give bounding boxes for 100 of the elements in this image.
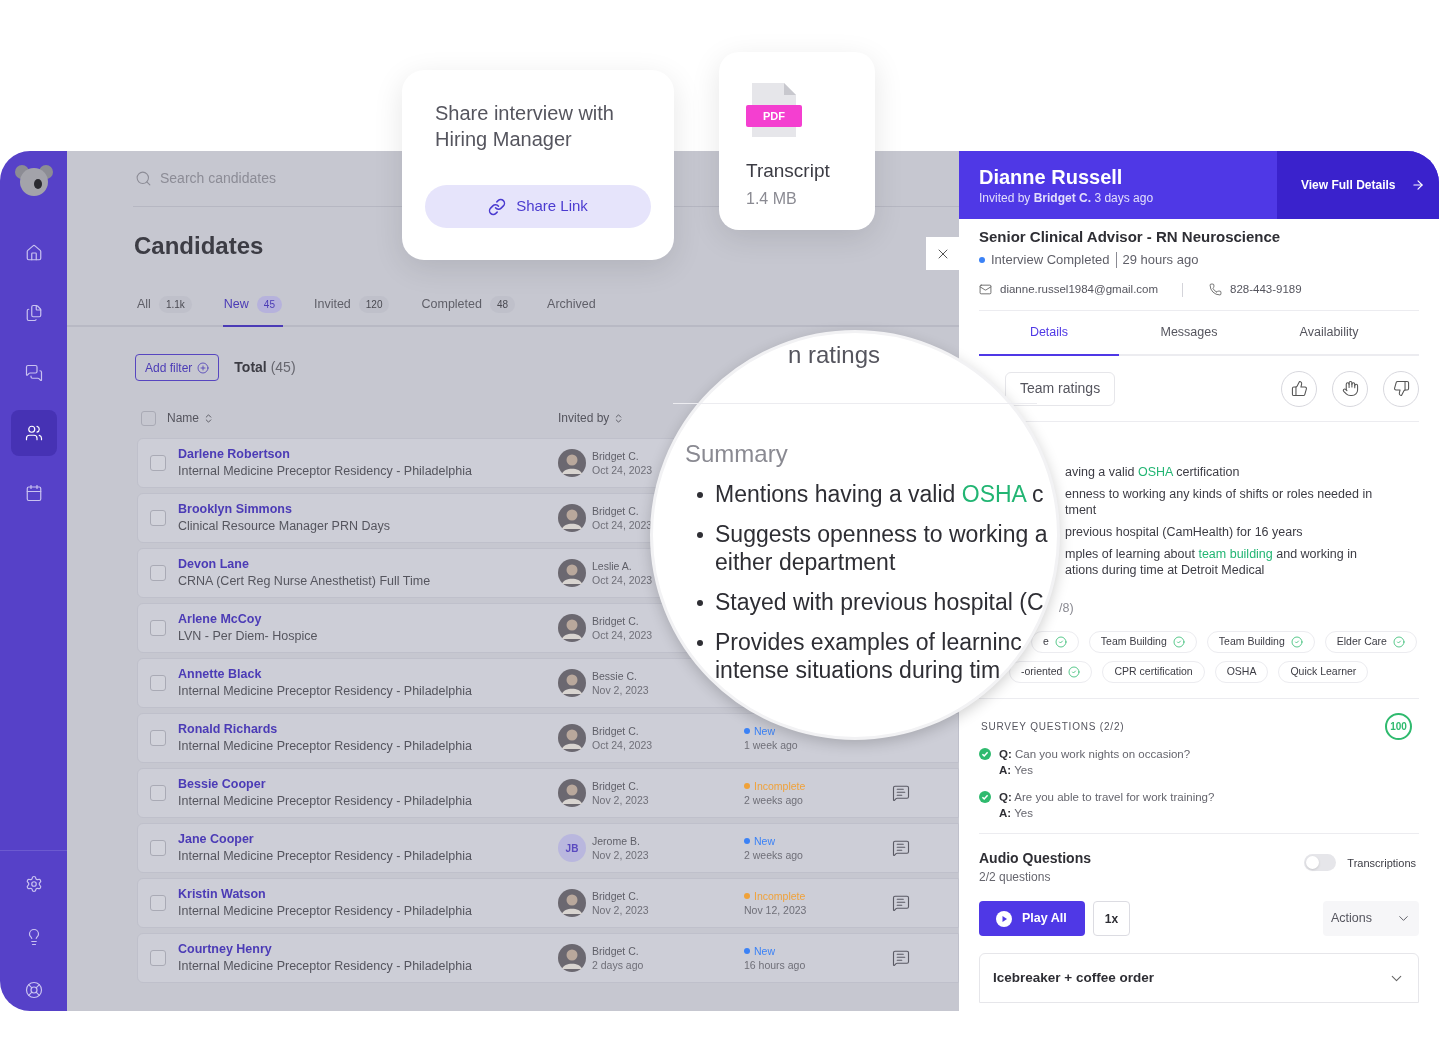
row-checkbox[interactable] (150, 730, 166, 746)
message-icon[interactable] (892, 784, 910, 802)
candidate-name[interactable]: Ronald Richards (178, 721, 558, 738)
add-filter-button[interactable]: Add filter (135, 354, 220, 381)
status-time: 16 hours ago (744, 958, 807, 972)
job-title: Internal Medicine Preceptor Residency - Philadelphia (178, 683, 473, 700)
candidate-name[interactable]: Courtney Henry (178, 941, 558, 958)
tab[interactable]: Messages (1119, 311, 1259, 357)
row-checkbox[interactable] (150, 785, 166, 801)
invite-date: Oct 24, 2023 (592, 518, 653, 532)
hand-icon (1341, 380, 1359, 398)
audio-question-title: Icebreaker + coffee order (993, 969, 1154, 988)
total-label: Total (45) (234, 358, 296, 377)
avatar (558, 889, 586, 917)
status-label: Incomplete (754, 889, 806, 903)
select-all-checkbox[interactable] (141, 410, 156, 426)
search-field[interactable]: Search candidates (160, 168, 340, 189)
candidate-name[interactable]: Bessie Cooper (178, 776, 558, 793)
summary-text: tment (1065, 502, 1098, 519)
candidate-name[interactable]: Jane Cooper (178, 831, 558, 848)
status-label: Interview Completed (991, 251, 1110, 270)
tab[interactable]: All 1.1k (136, 284, 193, 327)
table-row[interactable]: Ronald Richards Internal Medicine Preceptor Residency - Philadelphia Bridget C. Oct 24, 2023 New 1 week ago (137, 713, 959, 763)
avatar (558, 779, 586, 807)
sidebar-item[interactable] (10, 410, 57, 456)
invited-by: Invited by Bridget C. 3 days ago (979, 190, 1155, 206)
view-details-button[interactable]: View Full Details (1277, 151, 1439, 219)
invite-date: 2 days ago (592, 958, 644, 972)
tab-count: 120 (358, 296, 390, 313)
candidate-name[interactable]: Arlene McCoy (178, 611, 558, 628)
avatar (558, 614, 586, 642)
question-count: 2/2 questions (979, 869, 1052, 887)
home-icon (24, 244, 43, 262)
tab[interactable]: Invited 120 (312, 284, 391, 327)
bullet-icon (697, 640, 703, 646)
status-time: Nov 12, 2023 (744, 903, 808, 917)
audio-question-card[interactable]: Icebreaker + coffee order (979, 953, 1419, 1004)
ratings-chip-text: n ratings (788, 341, 881, 369)
file-size: 1.4 MB (746, 189, 798, 209)
phone-number: 828-443-9189 (1230, 282, 1302, 297)
share-link-button[interactable]: Share Link (425, 185, 651, 228)
message-icon[interactable] (892, 894, 910, 912)
row-checkbox[interactable] (150, 565, 166, 581)
column-header[interactable]: Name (167, 409, 558, 427)
table-row[interactable]: Bessie Cooper Internal Medicine Preceptor Residency - Philadelphia Bridget C. Nov 2, 2023 Incomplete 2 weeks ago (137, 768, 959, 818)
candidate-name[interactable]: Annette Black (178, 666, 558, 683)
inviter-name: Bridget C. (592, 614, 640, 628)
speed-button[interactable]: 1x (1093, 901, 1130, 937)
table-row[interactable]: Kristin Watson Internal Medicine Preceptor Residency - Philadelphia Bridget C. Nov 2, 2023 Incomplete Nov 12, 2023 (137, 878, 959, 928)
tab[interactable]: Availability (1259, 311, 1399, 357)
skills-count: /8) (1059, 600, 1074, 617)
tab[interactable]: New 45 (222, 284, 283, 327)
tab[interactable]: Details (979, 311, 1119, 357)
job-title: Internal Medicine Preceptor Residency - Philadelphia (178, 958, 473, 975)
tab[interactable]: Completed 48 (420, 284, 517, 327)
actions-dropdown[interactable]: Actions (1323, 901, 1419, 937)
arrow-right-icon (1411, 178, 1426, 192)
candidate-title: Dianne Russell (979, 165, 1124, 190)
avatar (558, 449, 586, 477)
job-title: Clinical Resource Manager PRN Days (178, 518, 391, 535)
people-icon (24, 424, 43, 442)
avatar (558, 944, 586, 972)
message-icon[interactable] (892, 839, 910, 857)
inviter-name: Leslie A. (592, 559, 633, 573)
row-checkbox[interactable] (150, 675, 166, 691)
message-icon[interactable] (892, 949, 910, 967)
candidate-name[interactable]: Brooklyn Simmons (178, 501, 558, 518)
bullet-icon (697, 492, 703, 498)
row-checkbox[interactable] (150, 455, 166, 471)
invite-date: Oct 24, 2023 (592, 628, 653, 642)
tab[interactable]: Archived (546, 284, 597, 327)
row-checkbox[interactable] (150, 510, 166, 526)
transcriptions-toggle[interactable] (1304, 854, 1337, 872)
inviter-name: Bridget C. (592, 449, 640, 463)
calendar-icon (24, 484, 43, 502)
table-row[interactable]: Courtney Henry Internal Medicine Preceptor Residency - Philadelphia Bridget C. 2 days ago New 16 hours ago (137, 933, 959, 983)
inviter-name: Bridget C. (592, 944, 640, 958)
row-checkbox[interactable] (150, 840, 166, 856)
play-all-button[interactable]: Play All (979, 901, 1085, 937)
score-badge: 100 (1385, 713, 1412, 741)
candidate-name[interactable]: Darlene Robertson (178, 446, 558, 463)
candidate-name[interactable]: Devon Lane (178, 556, 558, 573)
row-checkbox[interactable] (150, 620, 166, 636)
summary-text: mples of learning about team building and working in (1065, 546, 1358, 563)
logo-icon (14, 163, 53, 197)
row-checkbox[interactable] (150, 895, 166, 911)
summary-text: ations during time at Detroit Medical (1065, 562, 1266, 579)
inviter-name: Bridget C. (592, 724, 640, 738)
summary-text: previous hospital (CamHealth) for 16 years (1065, 524, 1304, 541)
sort-icon (203, 412, 214, 424)
candidate-name[interactable]: Kristin Watson (178, 886, 558, 903)
status-time: 29 hours ago (1122, 251, 1199, 270)
column-header[interactable]: Invited by (558, 409, 625, 427)
plus-icon (197, 361, 210, 374)
table-row[interactable]: Jane Cooper Internal Medicine Preceptor Residency - Philadelphia JB Jerome B. Nov 2, 2023 New 2 weeks ago (137, 823, 959, 873)
row-checkbox[interactable] (150, 950, 166, 966)
inviter-name: Bessie C. (592, 669, 638, 683)
page-title: Candidates (134, 231, 264, 261)
documents-icon (24, 304, 43, 322)
bullet-icon (697, 532, 703, 538)
